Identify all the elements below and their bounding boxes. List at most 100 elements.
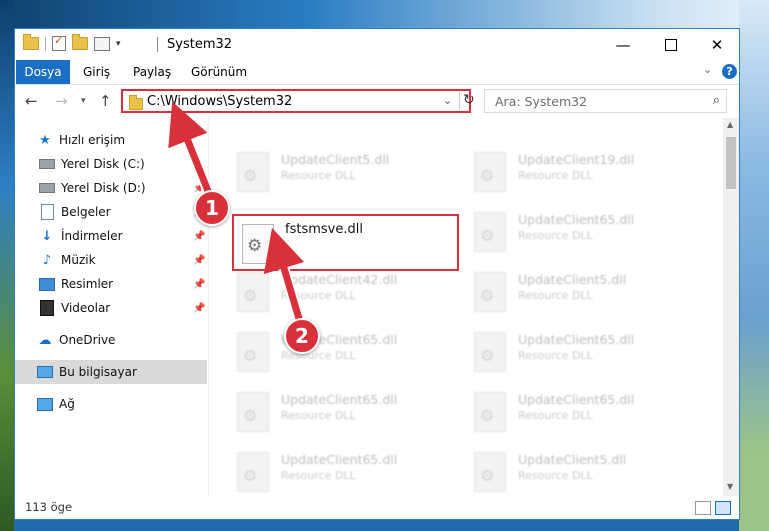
sidebar-item-label: İndirmeler (61, 229, 123, 243)
file-item[interactable]: ⚙ UpdateClient65.dll Resource DLL (448, 386, 678, 436)
forward-button[interactable]: → (55, 92, 68, 110)
tab-share[interactable]: Paylaş (125, 60, 179, 84)
address-dropdown-icon[interactable]: ⌄ (443, 94, 452, 107)
step-badge-1: 1 (194, 190, 230, 226)
sidebar-item-label: OneDrive (59, 333, 116, 347)
folder-icon (129, 95, 143, 110)
sidebar-item-pictures[interactable]: Resimler 📌 (15, 272, 207, 296)
file-item[interactable]: ⚙ UpdateClient5.dll Resource DLL (448, 446, 678, 496)
file-item[interactable]: ⚙ UpdateClient42.dll Resource DLL (211, 266, 441, 316)
sidebar-item-music[interactable]: ♪ Müzik 📌 (15, 248, 207, 272)
minimize-icon: — (615, 35, 631, 54)
file-type: Resource DLL (518, 229, 593, 242)
close-icon: ✕ (710, 35, 724, 54)
search-placeholder[interactable]: Ara: System32 (495, 94, 587, 109)
address-bar[interactable]: C:\Windows\System32 ⌄ ↻ (121, 89, 475, 113)
back-button[interactable]: ← (25, 92, 38, 110)
file-item[interactable]: ⚙ UpdateClient5.dll Resource DLL (448, 266, 678, 316)
sidebar-item-label: Bu bilgisayar (59, 365, 137, 379)
gear-icon: ⚙ (243, 286, 258, 305)
sidebar-item-label: Resimler (61, 277, 114, 291)
navigation-bar: ← → ▾ ↑ C:\Windows\System32 ⌄ ↻ Ara: Sys… (15, 85, 739, 118)
sidebar-item-local-disk-d[interactable]: Yerel Disk (D:) 📌 (15, 176, 207, 200)
file-item[interactable]: ⚙ UpdateClient65.dll Resource DLL (211, 386, 441, 436)
file-item[interactable]: ⚙ UpdateClient65.dll Resource DLL (211, 326, 441, 376)
file-type: Resource DLL (518, 169, 593, 182)
file-item[interactable]: ⚙ UpdateClient19.dll Resource DLL (448, 146, 678, 196)
file-item[interactable]: ⚙ UpdateClient65.dll Resource DLL (211, 446, 441, 496)
desktop-background-left (0, 0, 14, 531)
gear-icon: ⚙ (247, 236, 263, 256)
new-folder-icon[interactable] (72, 34, 88, 50)
search-box[interactable]: Ara: System32 ⌕ (484, 89, 727, 113)
ribbon-tabs: Dosya Giriş Paylaş Görünüm ⌄ ? (15, 60, 739, 85)
sidebar-item-quick-access[interactable]: ★ Hızlı erişim (15, 128, 207, 152)
gear-icon: ⚙ (480, 286, 495, 305)
up-button[interactable]: ↑ (99, 92, 112, 110)
file-item[interactable]: ⚙ UpdateClient5.dll Resource DLL (211, 146, 441, 196)
minimize-button[interactable]: — (600, 29, 646, 60)
scroll-thumb[interactable] (726, 137, 736, 189)
computer-icon (37, 364, 53, 380)
expand-ribbon-icon[interactable]: ⌄ (703, 63, 712, 76)
star-icon: ★ (39, 132, 51, 148)
file-type: Resource DLL (518, 349, 593, 362)
file-item-highlighted[interactable]: ⚙ fstsmsve.dll (232, 214, 459, 271)
sidebar-item-this-pc[interactable]: Bu bilgisayar (15, 360, 207, 384)
toolbar-separator (45, 36, 46, 51)
gear-icon: ⚙ (480, 166, 495, 185)
pin-icon[interactable]: 📌 (193, 303, 205, 314)
details-view-icon[interactable] (695, 501, 711, 515)
refresh-button[interactable]: ↻ (459, 92, 475, 110)
status-bar: 113 öge (15, 496, 739, 519)
scroll-down-icon[interactable]: ▼ (727, 482, 733, 491)
pictures-icon (39, 276, 55, 292)
file-type: Resource DLL (518, 409, 593, 422)
videos-icon (39, 300, 55, 316)
dropdown-icon[interactable]: ▾ (116, 39, 121, 49)
sidebar-item-label: Ağ (59, 397, 75, 411)
file-item[interactable]: ⚙ UpdateClient65.dll Resource DLL (448, 206, 678, 256)
tab-home[interactable]: Giriş (75, 60, 118, 84)
window-title: System32 (167, 37, 233, 52)
file-type: Resource DLL (281, 289, 356, 302)
vertical-scrollbar[interactable]: ▲ ▼ (723, 118, 739, 496)
close-button[interactable]: ✕ (694, 29, 739, 60)
folder-icon[interactable] (23, 34, 39, 50)
sidebar-item-local-disk-c[interactable]: Yerel Disk (C:) (15, 152, 207, 176)
sidebar-item-network[interactable]: Ağ (15, 392, 207, 416)
tab-view[interactable]: Görünüm (183, 60, 255, 84)
address-path[interactable]: C:\Windows\System32 (147, 94, 292, 109)
file-list: ⚙ UpdateClient5.dll Resource DLL ⚙ fstsm… (211, 118, 721, 496)
large-icons-view-icon[interactable] (715, 501, 731, 515)
file-name: UpdateClient65.dll (518, 392, 635, 407)
help-button[interactable]: ? (722, 64, 737, 79)
file-name: UpdateClient5.dll (518, 452, 627, 467)
quick-access-toolbar: ▾ (23, 34, 121, 51)
sidebar-item-onedrive[interactable]: ☁ OneDrive (15, 328, 207, 352)
recent-locations-button[interactable]: ▾ (81, 96, 86, 106)
pane-divider[interactable] (208, 118, 209, 496)
sidebar-item-documents[interactable]: Belgeler 📌 (15, 200, 207, 224)
desktop-background-right (739, 0, 769, 531)
customize-icon[interactable] (94, 36, 110, 51)
properties-check-icon[interactable] (52, 34, 66, 51)
file-explorer-window: ▾ System32 — ✕ Dosya Giriş Paylaş Görünü… (14, 28, 740, 520)
pin-icon[interactable]: 📌 (193, 255, 205, 266)
file-item[interactable]: ⚙ UpdateClient65.dll Resource DLL (448, 326, 678, 376)
sidebar-item-videos[interactable]: Videolar 📌 (15, 296, 207, 320)
sidebar-item-label: Yerel Disk (C:) (61, 157, 145, 171)
tab-file[interactable]: Dosya (16, 60, 70, 84)
pin-icon[interactable]: 📌 (193, 231, 205, 242)
pin-icon[interactable]: 📌 (193, 279, 205, 290)
file-name: UpdateClient65.dll (281, 392, 398, 407)
drive-icon (39, 156, 55, 172)
title-bar: ▾ System32 — ✕ (15, 29, 739, 60)
gear-icon: ⚙ (480, 406, 495, 425)
search-icon[interactable]: ⌕ (713, 93, 720, 108)
gear-icon: ⚙ (243, 406, 258, 425)
sidebar-item-downloads[interactable]: ↓ İndirmeler 📌 (15, 224, 207, 248)
scroll-up-icon[interactable]: ▲ (727, 120, 733, 129)
sidebar-item-label: Videolar (61, 301, 111, 315)
maximize-button[interactable] (648, 29, 694, 60)
